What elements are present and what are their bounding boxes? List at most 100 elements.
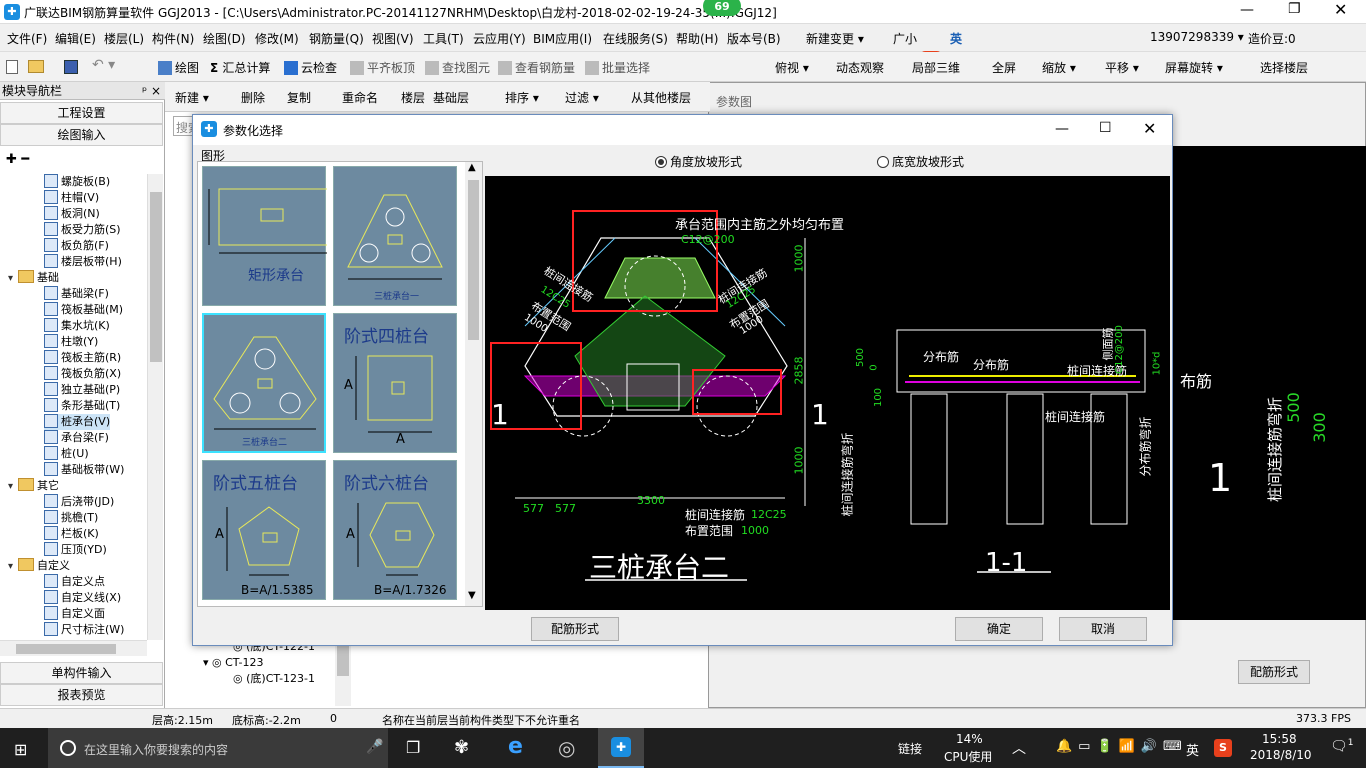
tree-item[interactable]: 自定义线(X) bbox=[44, 590, 121, 606]
menu-version[interactable]: 版本号(B) bbox=[727, 30, 781, 47]
tree-item[interactable]: 柱帽(V) bbox=[44, 190, 99, 206]
tree-item[interactable]: 压顶(YD) bbox=[44, 542, 107, 558]
save-icon[interactable] bbox=[64, 60, 78, 74]
menu-cloud[interactable]: 云应用(Y) bbox=[473, 30, 526, 47]
ime-lang[interactable]: 英 bbox=[1186, 740, 1199, 759]
fullscreen-button[interactable]: 全屏 bbox=[992, 59, 1016, 76]
tree-item[interactable]: 基础板带(W) bbox=[44, 462, 124, 478]
shape-three-pile-2[interactable]: 三桩承台二 bbox=[202, 313, 326, 453]
shape-rect-cap[interactable]: 矩形承台 bbox=[202, 166, 327, 306]
app-icon-swirl[interactable]: ◎ bbox=[558, 736, 575, 760]
open-folder-icon[interactable] bbox=[28, 60, 44, 73]
project-settings-button[interactable]: 工程设置 bbox=[0, 102, 163, 124]
copy-from-floor-button[interactable]: 从其他楼层 bbox=[631, 89, 691, 106]
tree-item[interactable]: 筏板负筋(X) bbox=[44, 366, 121, 382]
menu-view[interactable]: 视图(V) bbox=[372, 30, 414, 47]
close-button[interactable]: ✕ bbox=[1334, 0, 1347, 19]
tree-item[interactable]: 板洞(N) bbox=[44, 206, 100, 222]
zoom-button[interactable]: 缩放 ▾ bbox=[1042, 59, 1076, 76]
tree-item[interactable]: 自定义点 bbox=[44, 574, 105, 590]
radio-angle-slope[interactable]: 角度放坡形式 bbox=[655, 153, 742, 170]
rebar-form-button-bg[interactable]: 配筋形式 bbox=[1238, 660, 1310, 684]
menu-tools[interactable]: 工具(T) bbox=[423, 30, 464, 47]
menu-rebar[interactable]: 钢筋量(Q) bbox=[309, 30, 364, 47]
menu-new-change[interactable]: 新建变更 ▾ bbox=[806, 30, 864, 47]
menu-online[interactable]: 在线服务(S) bbox=[603, 30, 668, 47]
tree-item[interactable]: 柱墩(Y) bbox=[44, 334, 98, 350]
menu-floor[interactable]: 楼层(L) bbox=[104, 30, 144, 47]
shape-step-six-pile[interactable]: 阶式六桩台 A B=A/1.7326 bbox=[333, 460, 457, 600]
tree-item[interactable]: 桩承台(V) bbox=[44, 414, 111, 430]
menu-help[interactable]: 帮助(H) bbox=[676, 30, 718, 47]
menu-draw[interactable]: 绘图(D) bbox=[203, 30, 246, 47]
ime-english[interactable]: 英 bbox=[950, 30, 962, 47]
tree-item[interactable]: 集水坑(K) bbox=[44, 318, 110, 334]
shape-step-five-pile[interactable]: 阶式五桩台 A B=A/1.5385 bbox=[202, 460, 326, 600]
collapse-toggle-icon[interactable]: ▾ bbox=[8, 479, 18, 495]
rebar-form-button[interactable]: 配筋形式 bbox=[531, 617, 619, 641]
shape-three-pile-1[interactable]: 三桩承台一 bbox=[333, 166, 457, 306]
select-floor-button[interactable]: 选择楼层 bbox=[1260, 59, 1308, 76]
dialog-close[interactable]: ✕ bbox=[1143, 119, 1156, 138]
new-file-icon[interactable] bbox=[6, 60, 18, 74]
list-item[interactable]: ▾ ◎ CT-123 bbox=[203, 655, 263, 671]
rotate-button[interactable]: 屏幕旋转 ▾ bbox=[1165, 59, 1223, 76]
summary-calc-button[interactable]: Σ 汇总计算 bbox=[210, 59, 270, 76]
tree-item[interactable]: 楼层板带(H) bbox=[44, 254, 122, 270]
menu-guangxiao[interactable]: 广小 bbox=[893, 30, 917, 47]
shape-step-four-pile[interactable]: 阶式四桩台 A A bbox=[333, 313, 457, 453]
tree-item[interactable]: 尺寸标注(W) bbox=[44, 622, 124, 638]
shape-scrollbar[interactable]: ▲ ▼ bbox=[465, 162, 482, 606]
ie-browser-icon[interactable]: e bbox=[508, 734, 523, 759]
tree-item[interactable]: 筏板主筋(R) bbox=[44, 350, 121, 366]
orbit-button[interactable]: 动态观察 bbox=[836, 59, 884, 76]
pan-button[interactable]: 平移 ▾ bbox=[1105, 59, 1139, 76]
user-phone[interactable]: 13907298339 ▾ bbox=[1150, 30, 1244, 44]
expand-collapse-icons[interactable]: ✚ ━ bbox=[6, 152, 29, 167]
menu-bim[interactable]: BIM应用(I) bbox=[533, 30, 592, 47]
tray-icons[interactable]: 🔔▭🔋📶🔊⌨ bbox=[1056, 739, 1188, 754]
cancel-button[interactable]: 取消 bbox=[1059, 617, 1147, 641]
undo-icon[interactable]: ↶ ▾ bbox=[92, 57, 115, 73]
local-3d-button[interactable]: 局部三维 bbox=[912, 59, 960, 76]
ok-button[interactable]: 确定 bbox=[955, 617, 1043, 641]
report-preview-button[interactable]: 报表预览 bbox=[0, 684, 163, 706]
clock-time[interactable]: 15:58 bbox=[1262, 732, 1297, 746]
windows-start-icon[interactable]: ⊞ bbox=[14, 740, 27, 759]
tree-item[interactable]: 板受力筋(S) bbox=[44, 222, 121, 238]
top-view-button[interactable]: 俯视 ▾ bbox=[775, 59, 809, 76]
tree-item[interactable]: 栏板(K) bbox=[44, 526, 99, 542]
tree-folder[interactable]: ▾ 基础 bbox=[8, 270, 59, 287]
pinwheel-app-icon[interactable]: ✾ bbox=[454, 737, 469, 758]
new-button[interactable]: 新建 ▾ bbox=[175, 89, 209, 106]
batch-select-button[interactable]: 批量选择 bbox=[585, 59, 650, 76]
menu-modify[interactable]: 修改(M) bbox=[255, 30, 299, 47]
glodon-taskbar-icon[interactable]: ✚ bbox=[598, 728, 644, 768]
tree-item[interactable]: 板负筋(F) bbox=[44, 238, 109, 254]
tree-item[interactable]: 基础梁(F) bbox=[44, 286, 109, 302]
minimize-button[interactable]: — bbox=[1240, 2, 1254, 18]
menu-file[interactable]: 文件(F) bbox=[7, 30, 47, 47]
tree-item[interactable]: 螺旋板(B) bbox=[44, 174, 110, 190]
draw-button[interactable]: 绘图 bbox=[158, 59, 199, 76]
tree-item[interactable]: 筏板基础(M) bbox=[44, 302, 123, 318]
tree-item[interactable]: 承台梁(F) bbox=[44, 430, 109, 446]
copy-button[interactable]: 复制 bbox=[287, 89, 311, 106]
draw-input-button[interactable]: 绘图输入 bbox=[0, 124, 163, 146]
menu-edit[interactable]: 编辑(E) bbox=[55, 30, 96, 47]
single-component-button[interactable]: 单构件输入 bbox=[0, 662, 163, 684]
menu-component[interactable]: 构件(N) bbox=[152, 30, 194, 47]
tree-item[interactable]: 后浇带(JD) bbox=[44, 494, 114, 510]
dialog-maximize[interactable]: ☐ bbox=[1099, 120, 1112, 136]
sogou-tray-icon[interactable]: S bbox=[1214, 739, 1232, 757]
tree-scrollbar[interactable] bbox=[147, 174, 163, 640]
floor-select[interactable]: 基础层 bbox=[433, 89, 469, 106]
tree-hscrollbar[interactable] bbox=[0, 640, 147, 656]
tree-item[interactable]: 自定义面 bbox=[44, 606, 105, 622]
collapse-toggle-icon[interactable]: ▾ bbox=[8, 271, 18, 287]
collapse-toggle-icon[interactable]: ▾ bbox=[8, 559, 18, 575]
mic-icon[interactable]: 🎤 bbox=[366, 739, 383, 755]
align-slab-button[interactable]: 平齐板顶 bbox=[350, 59, 415, 76]
notification-badge[interactable]: 69 bbox=[703, 0, 741, 16]
tree-folder[interactable]: ▾ 自定义 bbox=[8, 558, 70, 575]
